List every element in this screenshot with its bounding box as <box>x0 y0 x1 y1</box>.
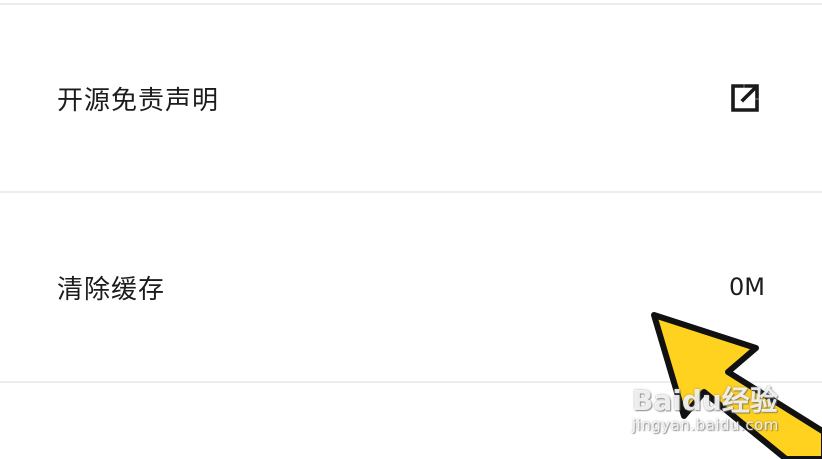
watermark-brand: Baidu经验 <box>632 384 778 417</box>
bottom-divider <box>0 381 822 383</box>
external-link-icon <box>731 84 759 112</box>
watermark-url: jingyan.baidu.com <box>632 416 779 434</box>
open-source-disclaimer-row[interactable]: 开源免责声明 <box>0 4 822 192</box>
clear-cache-row[interactable]: 清除缓存 0M <box>0 193 822 381</box>
clear-cache-label: 清除缓存 <box>57 274 166 305</box>
watermark: Baidu经验 jingyan.baidu.com <box>632 384 812 435</box>
open-source-disclaimer-label: 开源免责声明 <box>57 85 220 116</box>
cache-size-value: 0M <box>729 273 765 301</box>
